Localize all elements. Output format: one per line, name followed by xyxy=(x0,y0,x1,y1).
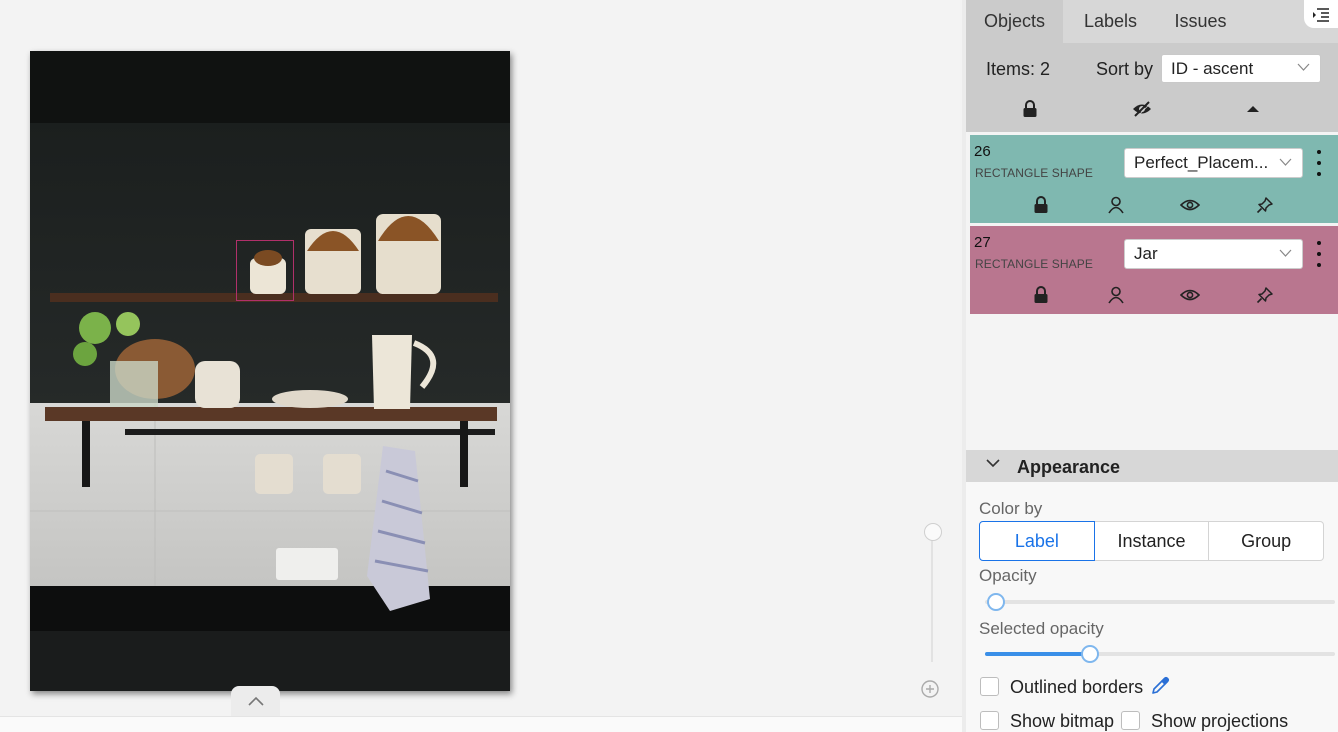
object-type: RECTANGLE SHAPE xyxy=(975,166,1093,180)
object-more-menu-icon[interactable] xyxy=(1312,147,1326,179)
show-projections-label: Show projections xyxy=(1151,711,1289,731)
selected-annotation-box[interactable] xyxy=(236,240,294,301)
selected-opacity-slider[interactable] xyxy=(985,645,1335,663)
object-item-27[interactable]: 27 RECTANGLE SHAPE Jar xyxy=(970,226,1338,314)
expand-bottom-panel-button[interactable] xyxy=(231,686,280,716)
eye-icon[interactable] xyxy=(1179,284,1201,306)
zoom-slider-handle[interactable] xyxy=(924,523,942,541)
color-by-group-option[interactable]: Group xyxy=(1209,521,1325,561)
items-count: Items: 2 xyxy=(986,59,1051,79)
outlined-borders-label: Outlined borders xyxy=(1010,677,1144,697)
appearance-section-header[interactable]: Appearance xyxy=(966,450,1338,482)
annotated-image[interactable] xyxy=(30,51,510,691)
annotation-canvas[interactable] xyxy=(0,0,962,716)
show-projections-checkbox[interactable] xyxy=(1121,711,1140,730)
tab-labels[interactable]: Labels xyxy=(1063,0,1158,43)
object-id: 27 xyxy=(974,234,991,251)
chevron-down-icon xyxy=(1279,249,1292,257)
pin-icon[interactable] xyxy=(1254,284,1276,306)
chevron-down-icon xyxy=(1279,158,1292,166)
object-more-menu-icon[interactable] xyxy=(1312,238,1326,270)
appearance-settings: Color by Label Instance Group Opacity Se… xyxy=(966,482,1338,732)
object-label-select[interactable]: Perfect_Placem... xyxy=(1124,148,1303,178)
object-label-value: Perfect_Placem... xyxy=(1134,153,1269,172)
hide-all-icon[interactable] xyxy=(1131,98,1153,120)
objects-list-header: Items: 2 Sort by ID - ascent xyxy=(966,43,1338,132)
selected-opacity-label: Selected opacity xyxy=(979,619,1104,638)
opacity-slider-thumb[interactable] xyxy=(986,593,1005,611)
outlined-borders-checkbox[interactable] xyxy=(980,677,999,696)
lock-icon[interactable] xyxy=(1030,284,1052,306)
eye-icon[interactable] xyxy=(1179,194,1201,216)
show-bitmap-label: Show bitmap xyxy=(1010,711,1115,731)
color-by-instance-option[interactable]: Instance xyxy=(1094,521,1210,561)
zoom-slider-track[interactable] xyxy=(931,536,933,662)
canvas-bottom-bar xyxy=(0,716,962,732)
sort-by-select[interactable]: ID - ascent xyxy=(1161,54,1321,83)
zoom-in-icon[interactable] xyxy=(920,679,940,699)
chevron-down-icon xyxy=(1297,63,1310,71)
lock-icon[interactable] xyxy=(1030,194,1052,216)
object-label-value: Jar xyxy=(1134,244,1158,263)
pin-icon[interactable] xyxy=(1254,194,1276,216)
object-label-select[interactable]: Jar xyxy=(1124,239,1303,269)
indent-list-icon xyxy=(1313,8,1329,22)
sidebar-tabs: Objects Labels Issues xyxy=(966,0,1338,43)
user-icon[interactable] xyxy=(1105,284,1127,306)
object-item-26[interactable]: 26 RECTANGLE SHAPE Perfect_Placem... xyxy=(970,135,1338,223)
chevron-down-icon xyxy=(986,459,1000,468)
selected-opacity-slider-thumb[interactable] xyxy=(1081,645,1099,663)
tab-objects[interactable]: Objects xyxy=(966,0,1063,43)
eyedropper-icon[interactable] xyxy=(1150,676,1170,696)
appearance-title: Appearance xyxy=(1017,457,1121,477)
selected-opacity-slider-fill xyxy=(985,652,1090,656)
sort-by-value: ID - ascent xyxy=(1171,59,1254,78)
object-type: RECTANGLE SHAPE xyxy=(975,257,1093,271)
color-by-label: Color by xyxy=(979,499,1043,518)
chevron-up-icon xyxy=(247,696,264,706)
sort-by-label: Sort by xyxy=(1096,59,1154,79)
color-by-toggle: Label Instance Group xyxy=(979,521,1325,561)
show-bitmap-checkbox[interactable] xyxy=(980,711,999,730)
collapse-all-icon[interactable] xyxy=(1242,98,1264,120)
opacity-slider[interactable] xyxy=(985,593,1335,611)
objects-sidebar: Objects Labels Issues Items: 2 Sort by I… xyxy=(966,0,1338,732)
tab-issues[interactable]: Issues xyxy=(1158,0,1243,43)
object-id: 26 xyxy=(974,143,991,160)
lock-all-icon[interactable] xyxy=(1019,98,1041,120)
kitchen-shelf-photo xyxy=(30,51,510,691)
color-by-label-option[interactable]: Label xyxy=(979,521,1095,561)
user-icon[interactable] xyxy=(1105,194,1127,216)
panel-menu-button[interactable] xyxy=(1304,0,1338,28)
opacity-label: Opacity xyxy=(979,566,1037,585)
